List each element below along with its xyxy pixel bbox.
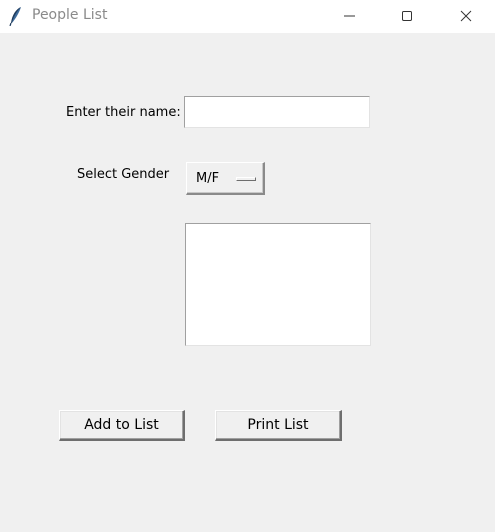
add-to-list-button[interactable]: Add to List xyxy=(59,410,185,441)
people-listbox[interactable] xyxy=(185,223,371,346)
window-title: People List xyxy=(32,7,108,23)
print-list-button[interactable]: Print List xyxy=(215,410,342,441)
dropdown-indicator-icon xyxy=(236,177,256,181)
gender-selected-value: M/F xyxy=(196,171,220,186)
name-input[interactable] xyxy=(184,96,370,128)
gender-label: Select Gender xyxy=(77,167,170,182)
maximize-icon xyxy=(402,11,412,21)
feather-icon xyxy=(8,6,24,27)
app-window: People List Enter their name: Select Gen… xyxy=(0,0,495,532)
name-label: Enter their name: xyxy=(66,105,181,120)
close-button[interactable] xyxy=(443,0,489,33)
minimize-button[interactable] xyxy=(327,0,373,33)
maximize-button[interactable] xyxy=(384,0,430,33)
minimize-icon xyxy=(344,15,355,17)
title-bar[interactable]: People List xyxy=(0,0,495,33)
gender-dropdown[interactable]: M/F xyxy=(186,162,265,195)
close-icon xyxy=(460,10,472,22)
